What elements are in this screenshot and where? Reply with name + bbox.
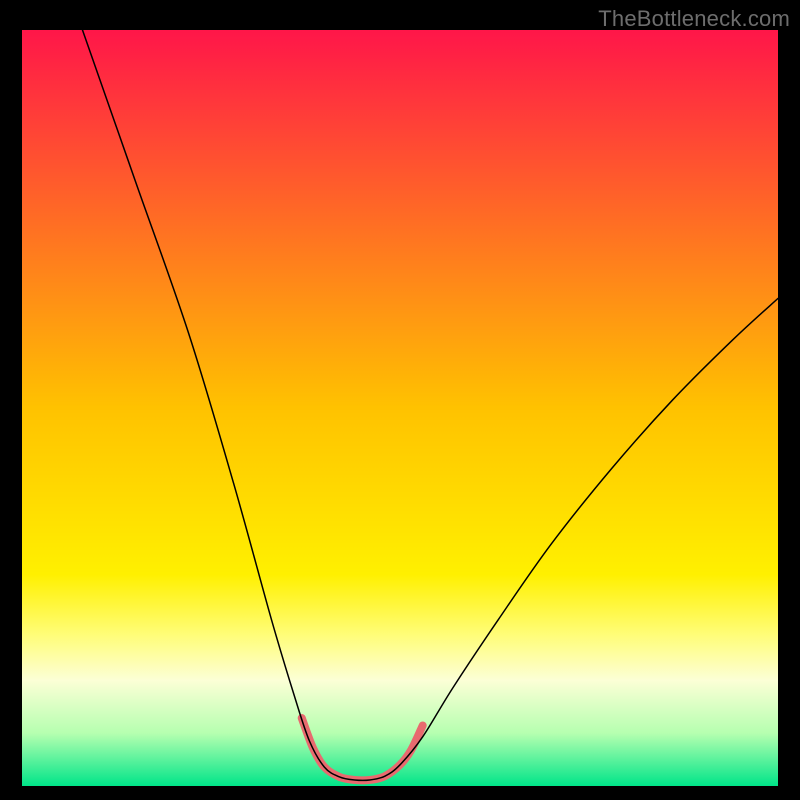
watermark-text: TheBottleneck.com xyxy=(598,6,790,32)
chart-stage: TheBottleneck.com xyxy=(0,0,800,800)
chart-canvas xyxy=(22,30,778,786)
